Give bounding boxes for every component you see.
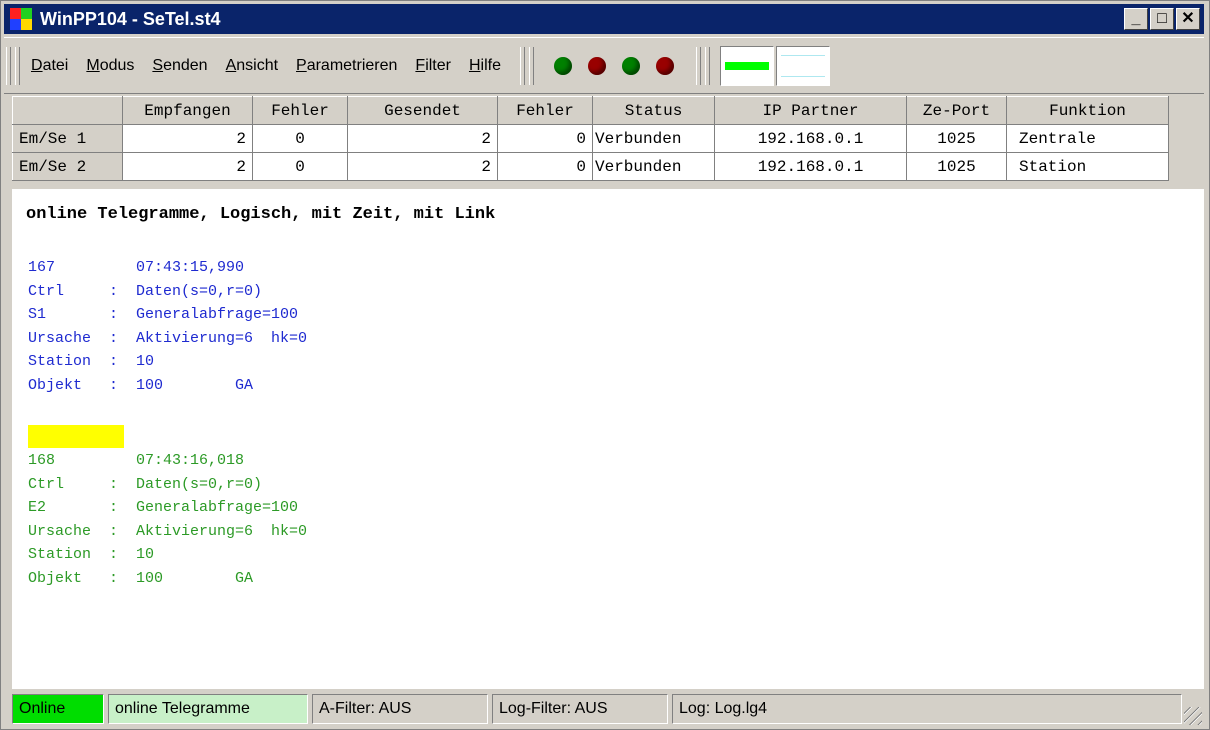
main-window: WinPP104 - SeTel.st4 _ □ ✕ Datei Modus S… <box>0 0 1210 730</box>
maximize-button[interactable]: □ <box>1150 8 1174 30</box>
app-icon <box>10 8 32 30</box>
table-header[interactable]: Fehler <box>497 96 593 125</box>
cell-status: Verbunden <box>592 124 715 153</box>
toolbar-grip[interactable] <box>704 46 710 85</box>
cell-funktion: Station <box>1006 152 1169 181</box>
status-led-red-icon[interactable] <box>655 56 674 75</box>
resize-grip-icon[interactable] <box>1184 707 1202 725</box>
menu-hilfe[interactable]: Hilfe <box>460 57 510 75</box>
menu-modus[interactable]: Modus <box>77 57 143 75</box>
toolbar-grip[interactable] <box>519 46 525 85</box>
telegram-line: 167 07:43:15,990 <box>28 259 245 276</box>
cell-gesendet: 2 <box>347 152 498 181</box>
status-led-green-icon[interactable] <box>621 56 640 75</box>
telegram-line: S1 : Generalabfrage=100 <box>28 306 299 324</box>
row-label: Em/Se 2 <box>12 152 123 181</box>
status-mode: Online <box>12 694 104 724</box>
cell-empfangen: 2 <box>122 152 253 181</box>
table-header[interactable]: Funktion <box>1006 96 1169 125</box>
log-title: online Telegramme, Logisch, mit Zeit, mi… <box>26 205 496 224</box>
cell-fehler-tx: 0 <box>497 152 593 181</box>
table-header[interactable]: Fehler <box>252 96 348 125</box>
cell-port: 1025 <box>906 152 1007 181</box>
telegram-line: Objekt : 100 GA <box>28 569 254 587</box>
table-row[interactable]: Em/Se 1 2 0 2 0 Verbunden 192.168.0.1 10… <box>12 124 1169 153</box>
status-view: online Telegramme <box>108 694 308 724</box>
cell-ip: 192.168.0.1 <box>714 152 907 181</box>
telegram-line: Station : 10 <box>28 353 155 371</box>
table-header[interactable]: IP Partner <box>714 96 907 125</box>
telegram-line: E2 : Generalabfrage=100 <box>28 499 299 517</box>
window-title: WinPP104 - SeTel.st4 <box>40 8 221 29</box>
table-header[interactable]: Ze-Port <box>906 96 1007 125</box>
toolbar-grip[interactable] <box>6 46 11 85</box>
cell-ip: 192.168.0.1 <box>714 124 907 153</box>
minimize-button[interactable]: _ <box>1124 8 1148 30</box>
cell-fehler-rx: 0 <box>252 152 348 181</box>
cell-funktion: Zentrale <box>1006 124 1169 153</box>
telegram-167: 167 07:43:15,990 Ctrl : Daten(s=0,r=0) S… <box>28 256 307 398</box>
telegram-line: Ctrl : Daten(s=0,r=0) <box>28 282 263 300</box>
cell-empfangen: 2 <box>122 124 253 153</box>
menu-filter[interactable]: Filter <box>406 57 460 75</box>
menu-bar: Datei Modus Senden Ansicht Parametrieren… <box>4 37 1204 94</box>
status-led-red-icon[interactable] <box>587 56 606 75</box>
telegram-line: Station : 10 <box>28 546 155 564</box>
telegram-line: Ursache : Aktivierung=6 hk=0 <box>28 329 308 347</box>
title-bar[interactable]: WinPP104 - SeTel.st4 _ □ ✕ <box>4 4 1204 34</box>
status-bar: Online online Telegramme A-Filter: AUS L… <box>4 691 1204 727</box>
close-button[interactable]: ✕ <box>1176 8 1200 30</box>
table-header[interactable]: Gesendet <box>347 96 498 125</box>
menu-parametrieren[interactable]: Parametrieren <box>287 57 406 75</box>
row-label: Em/Se 1 <box>12 124 123 153</box>
menu-senden[interactable]: Senden <box>143 57 216 75</box>
status-led-green-icon[interactable] <box>553 56 572 75</box>
telegram-line: 168 07:43:16,018 <box>28 452 245 469</box>
connection-table: Empfangen Fehler Gesendet Fehler Status … <box>12 96 1169 181</box>
table-header-row: Empfangen Fehler Gesendet Fehler Status … <box>12 96 1169 125</box>
line-green-button[interactable] <box>719 45 774 86</box>
telegram-168: 168 07:43:16,018 Ctrl : Daten(s=0,r=0) E… <box>28 449 307 591</box>
table-header <box>12 96 123 125</box>
toolbar-grip[interactable] <box>15 46 20 85</box>
telegram-line: Objekt : 100 GA <box>28 376 254 394</box>
menu-ansicht[interactable]: Ansicht <box>217 57 287 75</box>
toolbar-grip[interactable] <box>528 46 534 85</box>
cyan-lines-icon <box>780 54 825 77</box>
cell-fehler-tx: 0 <box>497 124 593 153</box>
cell-status: Verbunden <box>592 152 715 181</box>
table-row[interactable]: Em/Se 2 2 0 2 0 Verbunden 192.168.0.1 10… <box>12 152 1169 181</box>
status-logfilter: Log-Filter: AUS <box>492 694 668 724</box>
telegram-log-view[interactable]: online Telegramme, Logisch, mit Zeit, mi… <box>12 189 1204 689</box>
green-line-icon <box>724 61 769 70</box>
status-afilter: A-Filter: AUS <box>312 694 488 724</box>
telegram-line: Ursache : Aktivierung=6 hk=0 <box>28 522 308 540</box>
cell-port: 1025 <box>906 124 1007 153</box>
toolbar-grip[interactable] <box>695 46 701 85</box>
line-cyan-button[interactable] <box>775 45 830 86</box>
link-highlight-marker[interactable] <box>28 425 124 448</box>
table-header[interactable]: Status <box>592 96 715 125</box>
table-header[interactable]: Empfangen <box>122 96 253 125</box>
status-logfile: Log: Log.lg4 <box>672 694 1182 724</box>
menu-datei[interactable]: Datei <box>22 57 77 75</box>
cell-gesendet: 2 <box>347 124 498 153</box>
telegram-line: Ctrl : Daten(s=0,r=0) <box>28 475 263 493</box>
cell-fehler-rx: 0 <box>252 124 348 153</box>
